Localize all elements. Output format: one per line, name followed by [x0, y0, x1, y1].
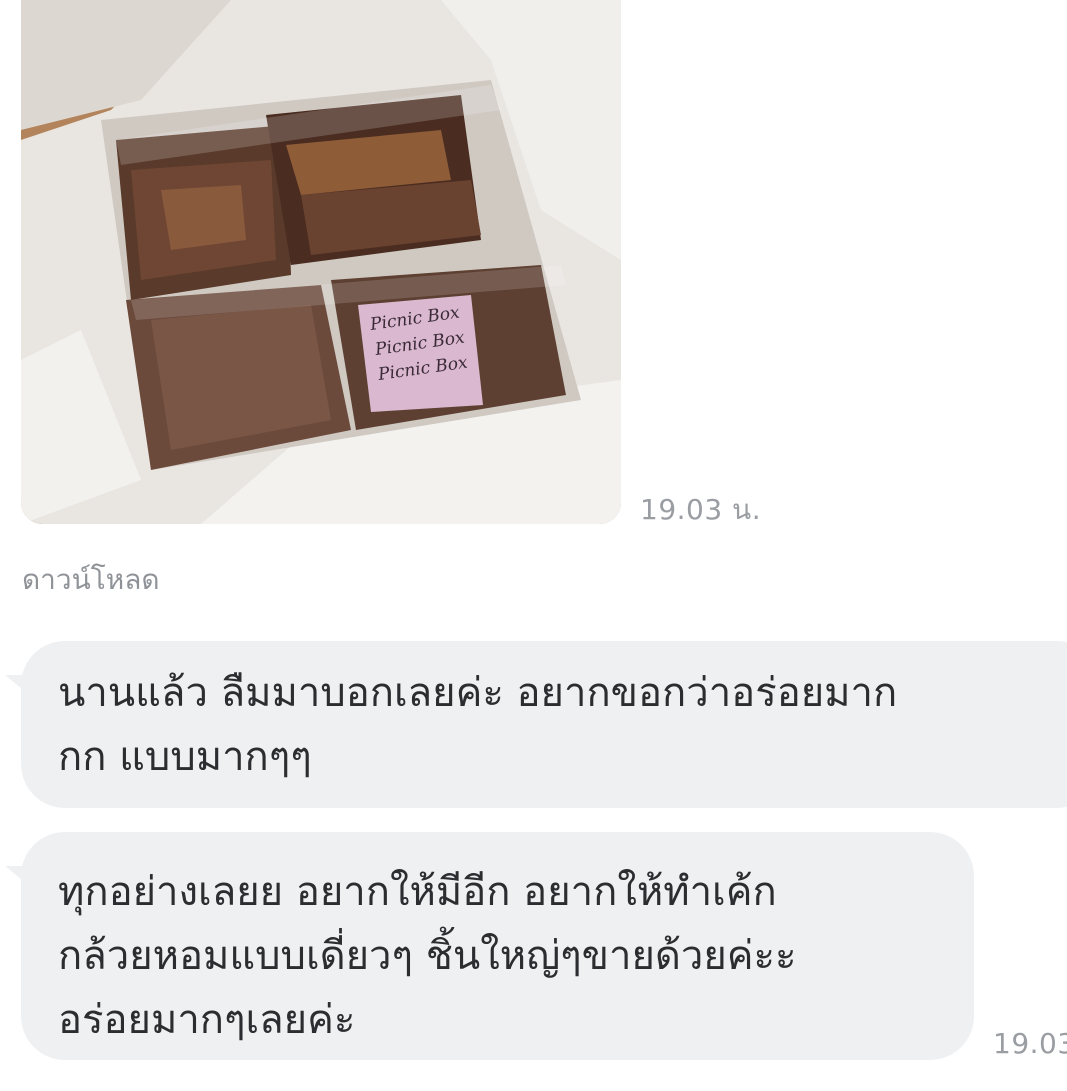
download-link[interactable]: ดาวน์โหลด	[22, 558, 160, 602]
chat-view: Picnic Box Picnic Box Picnic Box 19.03 น…	[0, 0, 1067, 1091]
message-line: ทุกอย่างเลยย อยากให้มีอีก อยากให้ทำเค้ก	[58, 869, 777, 915]
message-time: 19.03 น.	[640, 493, 762, 526]
message-line: กล้วยหอมแบบเดี่ยวๆ ชิ้นใหญ่ๆขายด้วยค่ะะ	[58, 933, 797, 979]
message-line: อร่อยมากๆเลยค่ะ	[58, 997, 356, 1043]
message-time: 19.03	[993, 1027, 1067, 1060]
message-line: นานแล้ว ลืมมาบอกเลยค่ะ อยากขอกว่าอร่อยมา…	[58, 670, 898, 716]
message-line: กก แบบมากๆๆ	[58, 734, 312, 780]
message-bubble[interactable]: นานแล้ว ลืมมาบอกเลยค่ะ อยากขอกว่าอร่อยมา…	[5, 641, 1067, 808]
image-message[interactable]: Picnic Box Picnic Box Picnic Box	[21, 0, 621, 524]
brownie-box-photo: Picnic Box Picnic Box Picnic Box	[21, 0, 621, 524]
message-bubble[interactable]: ทุกอย่างเลยย อยากให้มีอีก อยากให้ทำเค้ก …	[5, 832, 974, 1060]
